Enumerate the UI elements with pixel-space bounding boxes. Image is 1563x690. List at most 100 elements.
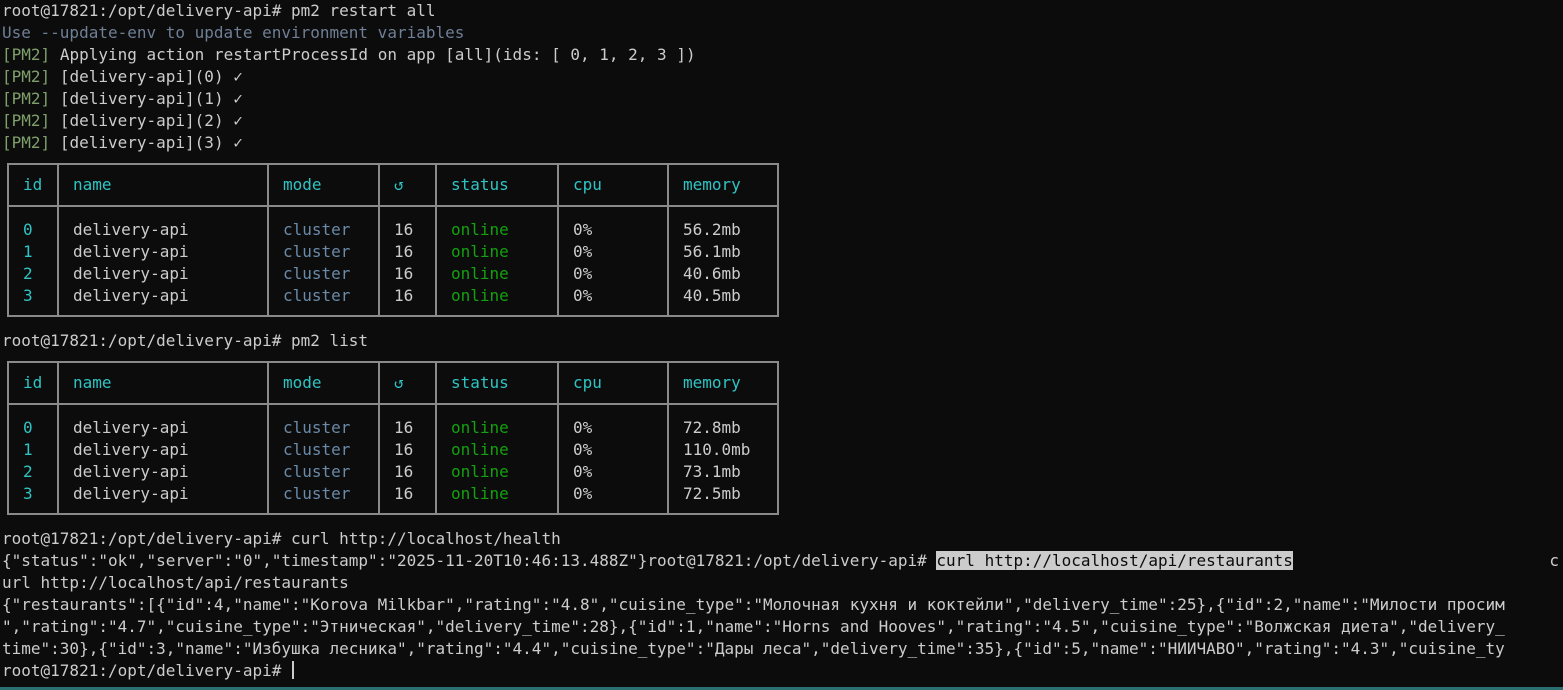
status-column: online online online online [435,205,559,317]
health-output: {"status":"ok","server":"0","timestamp":… [2,551,648,570]
cell-cpu: 0% [573,264,593,283]
header-restarts-icon: ↺ [378,163,437,207]
cell-mode: cluster [283,220,351,239]
cell-cpu: 0% [573,286,593,305]
restarts-column: 16 16 16 16 [378,403,437,515]
command-line[interactable]: root@17821:/opt/delivery-api# [2,660,294,682]
cell-mode: cluster [283,242,351,261]
process-table: id name mode ↺ status cpu memory 0 1 2 3 de… [7,361,779,515]
cell-memory: 72.5mb [683,484,741,503]
cell-name: delivery-api [73,440,189,459]
output-line: [PM2] [delivery-api](3) ✓ [2,132,243,154]
cell-status: online [451,286,509,305]
health-output-line: {"status":"ok","server":"0","timestamp":… [2,550,1563,572]
name-column: delivery-api delivery-api delivery-api deli… [57,205,269,317]
pm2-tag: [PM2] [2,89,51,108]
header-id: id [7,361,59,405]
command: pm2 restart all [291,1,436,20]
wrapped-command-line: url http://localhost/api/restaurants [2,573,349,592]
cell-cpu: 0% [573,440,593,459]
cell-mode: cluster [283,264,351,283]
output-line: [PM2] [delivery-api](1) ✓ [2,88,243,110]
header-restarts-icon: ↺ [378,361,437,405]
cell-memory: 72.8mb [683,418,741,437]
cell-memory: 110.0mb [683,440,751,459]
cell-id: 3 [23,484,33,503]
cell-memory: 56.2mb [683,220,741,239]
header-mode: mode [267,163,380,207]
cell-restarts: 16 [394,264,414,283]
command-line: root@17821:/opt/delivery-api# pm2 list [2,330,368,352]
cell-mode: cluster [283,462,351,481]
cell-cpu: 0% [573,220,593,239]
restarts-column: 16 16 16 16 [378,205,437,317]
table-header-row: id name mode ↺ status cpu memory [7,361,779,405]
table-body: 0 1 2 3 delivery-api delivery-api delivery-ap… [7,403,779,515]
process-table: id name mode ↺ status cpu memory 0 1 2 3 de… [7,163,779,317]
mode-column: cluster cluster cluster cluster [267,403,380,515]
cell-id: 2 [23,462,33,481]
cell-status: online [451,220,509,239]
memory-column: 72.8mb 110.0mb 73.1mb 72.5mb [667,403,779,515]
terminal[interactable]: root@17821:/opt/delivery-api# pm2 restar… [2,0,1563,690]
cell-restarts: 16 [394,484,414,503]
cell-id: 0 [23,418,33,437]
prompt: root@17821:/opt/delivery-api# [2,529,282,548]
cell-restarts: 16 [394,462,414,481]
cell-status: online [451,264,509,283]
id-column: 0 1 2 3 [7,205,59,317]
cell-status: online [451,440,509,459]
output-text: [delivery-api](2) ✓ [59,111,243,130]
selected-command[interactable]: curl http://localhost/api/restaurants [936,551,1293,570]
cell-memory: 40.5mb [683,286,741,305]
cell-status: online [451,418,509,437]
cell-status: online [451,484,509,503]
cell-id: 2 [23,264,33,283]
header-name: name [57,361,269,405]
cell-mode: cluster [283,440,351,459]
cell-restarts: 16 [394,242,414,261]
pm2-tag: [PM2] [2,111,51,130]
cell-name: delivery-api [73,418,189,437]
id-column: 0 1 2 3 [7,403,59,515]
cell-status: online [451,242,509,261]
command-line: root@17821:/opt/delivery-api# pm2 restar… [2,0,436,22]
text-cursor [292,661,294,679]
header-id: id [7,163,59,207]
cell-memory: 40.6mb [683,264,741,283]
cell-name: delivery-api [73,220,189,239]
header-memory: memory [667,163,779,207]
hint-line: Use --update-env to update environment v… [2,23,465,42]
cell-name: delivery-api [73,264,189,283]
output-text: [delivery-api](0) ✓ [59,67,243,86]
pm2-tag: [PM2] [2,133,51,152]
output-text: [delivery-api](3) ✓ [59,133,243,152]
header-memory: memory [667,361,779,405]
cell-mode: cluster [283,418,351,437]
status-column: online online online online [435,403,559,515]
cpu-column: 0% 0% 0% 0% [557,403,669,515]
pm2-tag: [PM2] [2,45,51,64]
cell-restarts: 16 [394,286,414,305]
cell-id: 0 [23,220,33,239]
cell-mode: cluster [283,484,351,503]
json-output-line: time":30},{"id":3,"name":"Избушка лесник… [2,639,1505,658]
cell-cpu: 0% [573,462,593,481]
json-output-line: {"restaurants":[{"id":4,"name":"Korova M… [2,595,1505,614]
command: pm2 list [291,331,369,350]
header-mode: mode [267,361,380,405]
cell-restarts: 16 [394,440,414,459]
command-line: root@17821:/opt/delivery-api# curl http:… [2,528,561,550]
cell-memory: 73.1mb [683,462,741,481]
prompt: root@17821:/opt/delivery-api# [2,331,282,350]
wrapped-char: c [1549,551,1559,570]
output-line: [PM2] [delivery-api](2) ✓ [2,110,243,132]
mode-column: cluster cluster cluster cluster [267,205,380,317]
cell-id: 1 [23,440,33,459]
name-column: delivery-api delivery-api delivery-api deli… [57,403,269,515]
output-line: [PM2] Applying action restartProcessId o… [2,44,696,66]
output-line: [PM2] [delivery-api](0) ✓ [2,66,243,88]
json-output-line: ","rating":"4.7","cuisine_type":"Этничес… [2,617,1505,636]
cell-name: delivery-api [73,484,189,503]
cell-mode: cluster [283,286,351,305]
